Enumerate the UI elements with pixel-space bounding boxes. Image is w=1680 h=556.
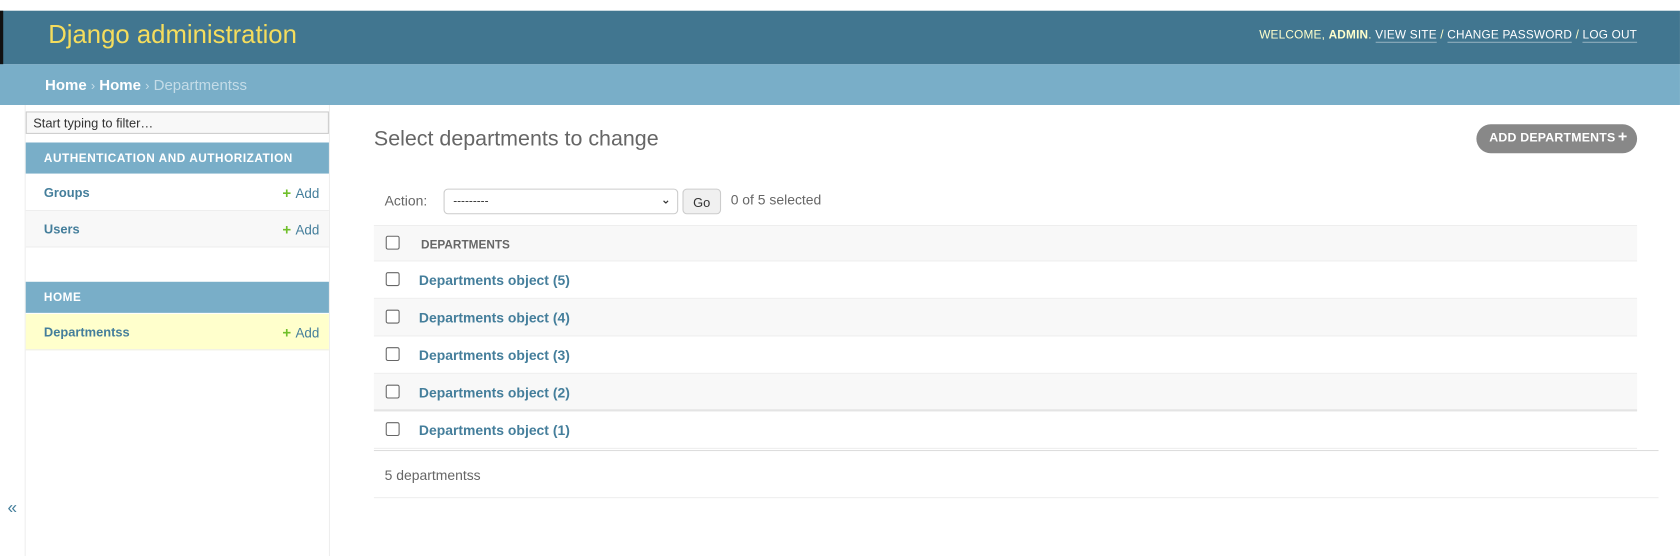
plus-icon: +: [1617, 127, 1628, 146]
breadcrumb: Home › Home › Departmentss: [0, 64, 1680, 105]
chevron-down-icon: ⌄: [660, 193, 671, 207]
sidebar-item-label[interactable]: Groups: [44, 185, 90, 200]
add-users-link[interactable]: + Add: [282, 221, 319, 238]
add-label: Add: [295, 222, 320, 238]
breadcrumb-home[interactable]: Home: [45, 76, 87, 93]
sidebar: Authentication and Authorization Groups …: [25, 104, 330, 556]
sidebar-item-users: Users + Add: [25, 211, 329, 248]
sidebar-item-departmentss: Departmentss + Add: [25, 313, 329, 351]
add-label: Add: [295, 325, 320, 341]
row-link[interactable]: Departments object (5): [419, 272, 570, 288]
plus-icon: +: [282, 220, 292, 238]
username: admin: [1328, 28, 1369, 42]
plus-icon: +: [282, 323, 292, 341]
add-departmentss-link[interactable]: + Add: [282, 324, 319, 341]
results-table: Departments Departments object (5) Depar…: [373, 224, 1638, 449]
plus-icon: +: [282, 184, 292, 202]
breadcrumb-app-home[interactable]: Home: [99, 76, 141, 93]
sidebar-filter-input[interactable]: [25, 111, 329, 134]
breadcrumb-current: Departmentss: [153, 76, 247, 94]
welcome-text: Welcome,: [1259, 28, 1326, 42]
module-caption-home[interactable]: Home: [25, 281, 329, 313]
site-title[interactable]: Django administration: [48, 20, 297, 50]
action-select[interactable]: --------- ⌄: [443, 188, 679, 215]
table-row: Departments object (3): [373, 336, 1638, 374]
table-header: Departments: [373, 224, 1638, 262]
row-link[interactable]: Departments object (2): [419, 385, 570, 401]
sidebar-item-groups: Groups + Add: [25, 175, 329, 212]
table-row: Departments object (2): [373, 373, 1638, 412]
paginator: 5 departmentss: [373, 449, 1659, 499]
row-checkbox[interactable]: [385, 272, 400, 287]
row-checkbox[interactable]: [385, 422, 400, 437]
log-out-link[interactable]: Log out: [1582, 28, 1638, 43]
change-password-link[interactable]: Change password: [1447, 28, 1573, 43]
module-caption-auth[interactable]: Authentication and Authorization: [25, 142, 329, 174]
row-checkbox[interactable]: [385, 347, 400, 362]
add-groups-link[interactable]: + Add: [282, 184, 319, 201]
sidebar-item-label[interactable]: Departmentss: [44, 325, 130, 340]
select-all-checkbox[interactable]: [385, 235, 400, 250]
table-row: Departments object (1): [373, 411, 1638, 449]
table-row: Departments object (4): [373, 298, 1638, 337]
row-link[interactable]: Departments object (3): [419, 347, 570, 363]
add-label: Add: [295, 186, 320, 202]
add-button-label: Add departments: [1489, 131, 1616, 145]
view-site-link[interactable]: View site: [1375, 28, 1437, 43]
breadcrumb-separator: ›: [145, 78, 150, 94]
row-link[interactable]: Departments object (1): [419, 422, 570, 438]
sidebar-item-label[interactable]: Users: [44, 222, 80, 237]
page-title: Select departments to change: [373, 127, 659, 152]
add-departments-button[interactable]: Add departments +: [1476, 124, 1638, 154]
column-header-departments[interactable]: Departments: [421, 239, 510, 252]
go-button[interactable]: Go: [682, 188, 722, 215]
action-label: Action:: [384, 192, 428, 209]
table-row: Departments object (5): [373, 261, 1638, 299]
user-tools: Welcome, admin. View site / Change passw…: [1259, 28, 1638, 43]
action-selected-value: ---------: [453, 194, 489, 208]
row-checkbox[interactable]: [385, 309, 400, 324]
row-link[interactable]: Departments object (4): [419, 310, 570, 326]
row-checkbox[interactable]: [385, 384, 400, 399]
selection-counter: 0 of 5 selected: [730, 191, 822, 208]
breadcrumb-separator: ›: [90, 78, 96, 94]
collapse-icon[interactable]: «: [7, 499, 17, 518]
sidebar-toggle[interactable]: «: [0, 104, 26, 556]
header: Django administration Welcome, admin. Vi…: [0, 10, 1680, 65]
